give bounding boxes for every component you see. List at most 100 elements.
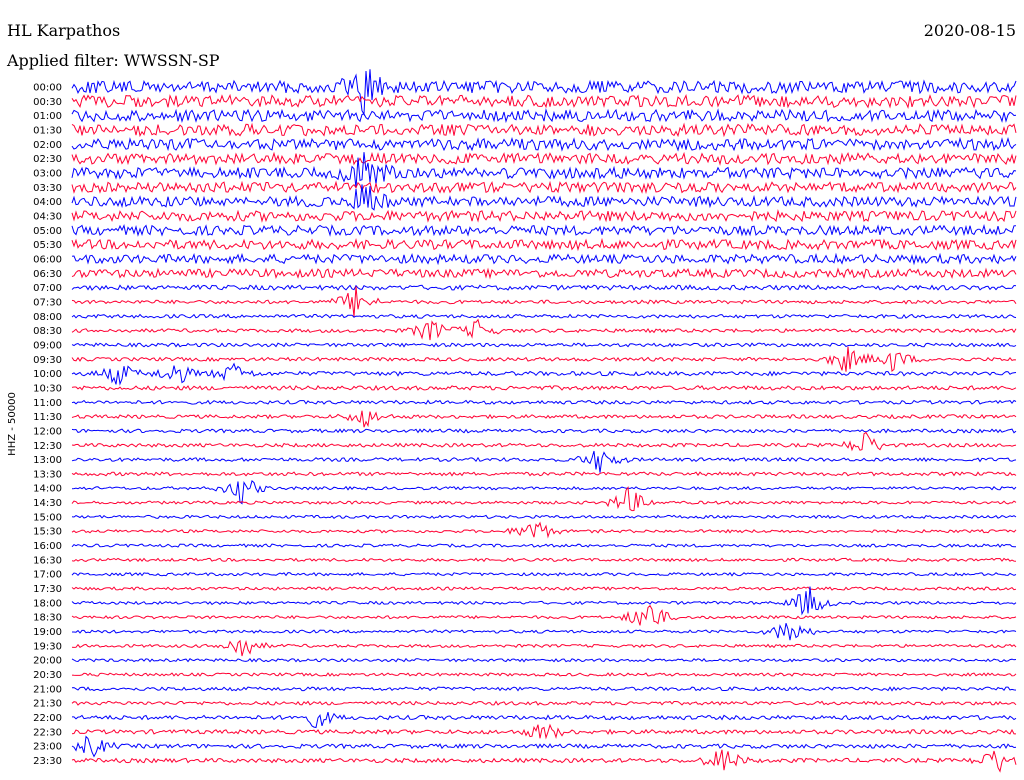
row-time-label: 16:00	[33, 541, 62, 552]
seismic-trace-1300	[71, 450, 1017, 473]
row-time-label: 11:30	[33, 412, 62, 423]
row-time-label: 10:30	[33, 383, 62, 394]
seismic-trace-2130	[71, 700, 1017, 706]
seismic-trace-0630	[71, 267, 1017, 280]
seismic-trace-0800	[71, 313, 1017, 319]
seismic-trace-1430	[71, 485, 1017, 512]
row-time-label: 13:30	[33, 469, 62, 480]
row-time-label: 01:00	[33, 111, 62, 122]
seismic-trace-0230	[71, 151, 1017, 166]
row-time-label: 09:30	[33, 355, 62, 366]
row-time-label: 18:30	[33, 613, 62, 624]
seismic-trace-0700	[71, 284, 1017, 291]
row-time-label: 08:30	[33, 326, 62, 337]
row-time-label: 00:30	[33, 97, 62, 108]
seismic-trace-0330	[71, 180, 1017, 195]
seismic-trace-1230	[71, 431, 1017, 452]
row-time-label: 23:30	[33, 756, 62, 767]
row-time-label: 16:30	[33, 555, 62, 566]
time-tick-labels: 00:00 00:30 01:00 01:30 02:00 02:30 03:00 03:30…	[33, 83, 62, 768]
seismic-trace-2230	[71, 723, 1016, 740]
row-time-label: 04:00	[33, 197, 62, 208]
seismic-trace-1500	[71, 514, 1017, 520]
seismic-trace-2300	[71, 735, 1017, 758]
y-axis-label: HHZ - 50000	[7, 392, 18, 456]
seismogram-chart: HL Karpathos 2020-08-15 Applied filter: …	[6, 21, 1017, 773]
row-time-label: 03:30	[33, 183, 62, 194]
seismic-trace-2200	[72, 711, 1017, 729]
seismic-trace-0000	[71, 69, 1017, 117]
seismic-trace-1330	[71, 471, 1017, 477]
seismic-trace-2030	[71, 672, 1017, 677]
row-time-label: 03:00	[33, 168, 62, 179]
seismic-trace-0400	[71, 184, 1017, 211]
row-time-label: 20:00	[33, 656, 62, 667]
row-time-label: 08:00	[33, 312, 62, 323]
seismic-trace-0030	[71, 93, 1017, 110]
row-time-label: 01:30	[33, 125, 62, 136]
seismic-trace-2000	[71, 657, 1017, 663]
row-time-label: 02:30	[33, 154, 62, 165]
seismic-trace-0900	[71, 342, 1017, 348]
seismic-trace-1730	[71, 586, 1017, 591]
seismic-trace-1700	[71, 571, 1017, 577]
seismic-trace-1400	[71, 480, 1017, 505]
seismic-trace-0500	[71, 223, 1017, 237]
row-time-label: 11:00	[33, 398, 62, 409]
seismic-trace-1630	[71, 557, 1017, 563]
date-label: 2020-08-15	[924, 21, 1016, 40]
row-time-label: 22:00	[33, 713, 62, 724]
row-time-label: 15:00	[33, 512, 62, 523]
seismic-traces	[71, 69, 1017, 773]
seismic-trace-1130	[71, 410, 1017, 428]
seismic-trace-0600	[71, 252, 1017, 266]
row-time-label: 12:30	[33, 441, 62, 452]
seismic-trace-0100	[71, 108, 1017, 124]
row-time-label: 10:00	[33, 369, 62, 380]
row-time-label: 18:00	[33, 598, 62, 609]
row-time-label: 19:00	[33, 627, 62, 638]
seismic-trace-1600	[71, 543, 1016, 548]
seismic-trace-0530	[71, 237, 1017, 252]
row-time-label: 06:30	[33, 269, 62, 280]
seismic-trace-0730	[71, 286, 1017, 318]
seismic-trace-1830	[71, 604, 1017, 626]
seismic-trace-0130	[71, 122, 1017, 138]
filter-label: Applied filter: WWSSN-SP	[6, 51, 220, 70]
row-time-label: 21:00	[33, 684, 62, 695]
seismic-trace-1930	[71, 639, 1017, 657]
row-time-label: 05:30	[33, 240, 62, 251]
seismic-trace-1100	[71, 399, 1017, 405]
seismic-trace-1000	[71, 362, 1017, 386]
seismic-trace-2330	[71, 749, 1017, 773]
row-time-label: 09:00	[33, 340, 62, 351]
row-time-label: 15:30	[33, 527, 62, 538]
seismic-trace-0200	[71, 136, 1017, 152]
seismic-trace-2100	[71, 686, 1017, 692]
row-time-label: 12:00	[33, 426, 62, 437]
row-time-label: 13:00	[33, 455, 62, 466]
row-time-label: 17:30	[33, 584, 62, 595]
row-time-label: 20:30	[33, 670, 62, 681]
seismic-trace-0930	[71, 346, 1017, 372]
seismic-trace-1530	[71, 521, 1017, 539]
row-time-label: 05:00	[33, 226, 62, 237]
seismic-trace-0430	[71, 209, 1017, 223]
row-time-label: 14:00	[33, 484, 62, 495]
seismic-trace-1900	[72, 623, 1017, 641]
row-time-label: 22:30	[33, 727, 62, 738]
row-time-label: 06:00	[33, 254, 62, 265]
row-time-label: 07:00	[33, 283, 62, 294]
station-title: HL Karpathos	[7, 21, 120, 40]
row-time-label: 07:30	[33, 297, 62, 308]
seismic-trace-1200	[71, 428, 1017, 434]
row-time-label: 04:30	[33, 211, 62, 222]
row-time-label: 02:00	[33, 140, 62, 151]
row-time-label: 14:30	[33, 498, 62, 509]
row-time-label: 17:00	[33, 570, 62, 581]
seismic-trace-1030	[71, 384, 1017, 391]
row-time-label: 19:30	[33, 641, 62, 652]
row-time-label: 21:30	[33, 699, 62, 710]
seismic-trace-0830	[71, 318, 1017, 341]
row-time-label: 00:00	[33, 83, 62, 94]
